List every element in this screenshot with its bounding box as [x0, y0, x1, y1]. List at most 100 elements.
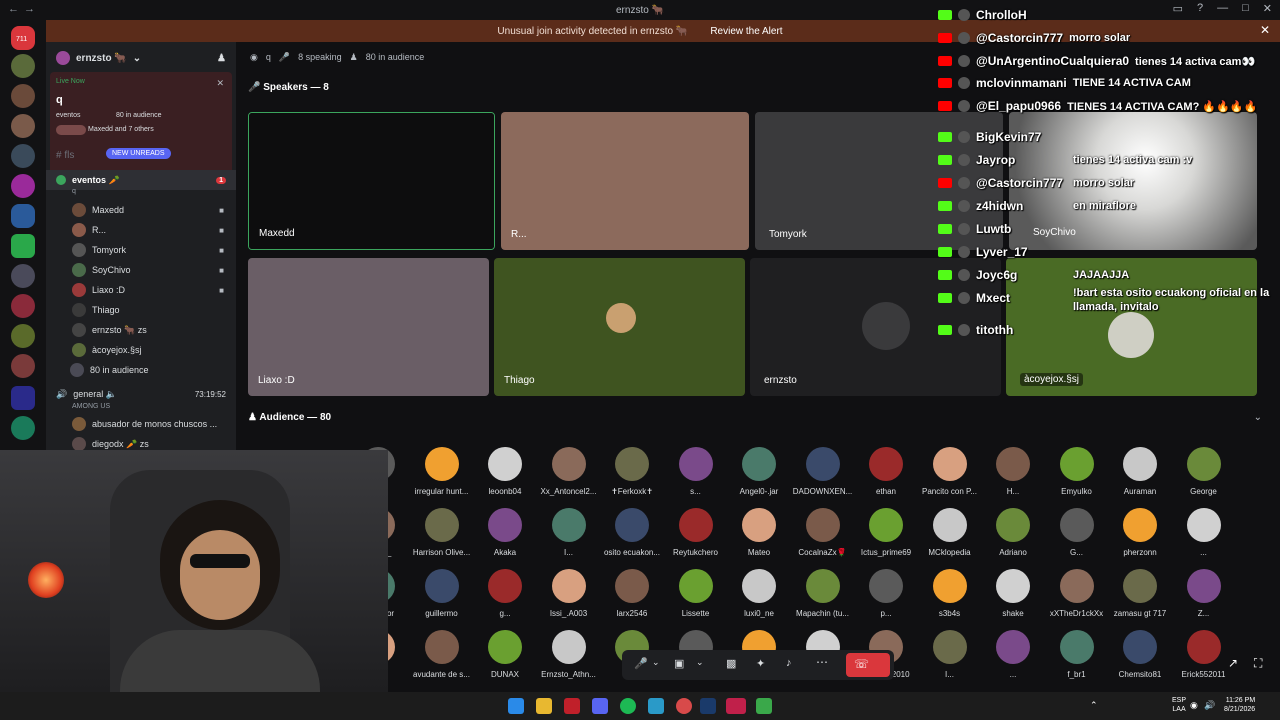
spotify-icon[interactable] [620, 698, 636, 714]
close-icon[interactable]: ✕ [216, 78, 224, 89]
audience-member[interactable]: avudante de s... [412, 630, 472, 679]
server-header[interactable]: ernzsto 🐂 ⌄ ♟ [46, 48, 236, 68]
audience-member[interactable]: larx2546 [602, 569, 662, 618]
discord-icon[interactable] [592, 698, 608, 714]
audience-member[interactable]: Lissette [666, 569, 726, 618]
close-alert-icon[interactable]: ✕ [1260, 23, 1270, 37]
channel-eventos[interactable]: eventos 🥕 1 [46, 170, 236, 190]
chevron-down-icon[interactable]: ⌄ [652, 657, 660, 668]
audience-member[interactable]: p... [856, 569, 916, 618]
voice-member[interactable]: àcoyejox.§sj [46, 340, 236, 360]
server-icon[interactable] [11, 144, 35, 168]
server-icon[interactable] [11, 354, 35, 378]
voice-member[interactable]: Liaxo :D ■ [46, 280, 236, 300]
audience-member[interactable]: ... [1174, 508, 1234, 557]
audience-member[interactable]: Adriano [983, 508, 1043, 557]
add-member-icon[interactable]: ♟ [217, 53, 226, 64]
audience-member[interactable]: H... [983, 447, 1043, 496]
server-icon[interactable] [11, 234, 35, 258]
audience-member[interactable]: zamasu gt 717 [1110, 569, 1170, 618]
inbox-icon[interactable]: ▭ [1173, 2, 1183, 15]
audience-member[interactable]: Mapachin (tu... [793, 569, 853, 618]
audience-member[interactable]: Ernzsto_Athn... [539, 630, 599, 679]
audience-member[interactable]: Akaka [475, 508, 535, 557]
audience-member[interactable]: luxi0_ne [729, 569, 789, 618]
audience-member[interactable]: Mateo [729, 508, 789, 557]
audience-member[interactable]: leoonb04 [475, 447, 535, 496]
audience-member[interactable]: Harrison Olive... [412, 508, 472, 557]
chrome-icon[interactable] [676, 698, 692, 714]
more-options-icon[interactable]: ⋯ [816, 655, 828, 669]
audience-member[interactable]: xXTheDr1ckXx [1047, 569, 1107, 618]
audience-member[interactable]: pherzonn [1110, 508, 1170, 557]
audience-member[interactable]: Ictus_prime69 [856, 508, 916, 557]
audience-member[interactable]: s3b4s [920, 569, 980, 618]
microphone-icon[interactable]: 🎤 [634, 657, 648, 670]
server-icon[interactable] [11, 264, 35, 288]
fullscreen-icon[interactable]: ⛶ [1254, 656, 1262, 671]
server-icon[interactable] [11, 294, 35, 318]
chevron-down-icon[interactable]: ⌄ [1254, 412, 1262, 423]
audience-member[interactable]: Issi_.A003 [539, 569, 599, 618]
audience-member[interactable]: osito ecuakon... [602, 508, 662, 557]
audience-member[interactable]: Chemsito81 [1110, 630, 1170, 679]
speaker-tile[interactable]: Liaxo :D [248, 258, 489, 396]
steam-icon[interactable] [700, 698, 716, 714]
hangup-button[interactable]: ☏ [846, 653, 890, 677]
audience-member[interactable]: Z... [1174, 569, 1234, 618]
close-window-button[interactable]: ✕ [1263, 2, 1272, 15]
server-icon[interactable] [11, 114, 35, 138]
speaker-tile[interactable]: R... [501, 112, 749, 250]
audience-member[interactable]: DADOWNXEN... [793, 447, 853, 496]
audience-member[interactable]: Emyulko [1047, 447, 1107, 496]
opera-icon[interactable] [564, 698, 580, 714]
folder-icon[interactable] [536, 698, 552, 714]
audience-member[interactable]: f_br1 [1047, 630, 1107, 679]
audience-member[interactable]: ethan [856, 447, 916, 496]
camera-off-icon[interactable]: ▣ [674, 657, 684, 670]
voice-member[interactable]: Tomyork ■ [46, 240, 236, 260]
audience-member[interactable]: I... [920, 630, 980, 679]
review-alert-button[interactable]: Review the Alert [710, 26, 782, 37]
audience-member[interactable]: ... [983, 630, 1043, 679]
premiere-icon[interactable] [11, 386, 35, 410]
popout-icon[interactable]: ↗ [1228, 656, 1238, 670]
maximize-button[interactable]: □ [1242, 2, 1249, 15]
audience-member[interactable]: CocalnaZx🌹 [793, 508, 853, 557]
audience-member[interactable]: s... [666, 447, 726, 496]
browser-icon[interactable] [648, 698, 664, 714]
server-icon[interactable] [11, 84, 35, 108]
server-icon[interactable] [11, 174, 35, 198]
audience-member[interactable]: Pancito con P... [920, 447, 980, 496]
start-icon[interactable] [508, 698, 524, 714]
speaker-tile[interactable]: àcoyejox.§sj [1006, 258, 1257, 396]
soundboard-icon[interactable]: ♪ [786, 657, 792, 669]
speaker-tile[interactable]: Maxedd [248, 112, 495, 250]
server-icon[interactable] [11, 416, 35, 440]
channel-general[interactable]: 🔊 general 🔈 73:19:52 [46, 384, 236, 404]
language-indicator[interactable]: ESP LAA [1172, 696, 1186, 714]
server-icon[interactable] [11, 54, 35, 78]
help-icon[interactable]: ? [1197, 2, 1203, 15]
audience-member[interactable]: Erick552011 [1174, 630, 1234, 679]
voice-member[interactable]: Maxedd ■ [46, 200, 236, 220]
audience-member[interactable]: shake [983, 569, 1043, 618]
audience-member[interactable]: Angel0-.jar [729, 447, 789, 496]
minimize-button[interactable]: — [1217, 2, 1228, 15]
audience-member[interactable]: Xx_Antoncel2... [539, 447, 599, 496]
audience-member[interactable]: guillermo [412, 569, 472, 618]
tray-chevron-icon[interactable]: ⌃ [1090, 700, 1098, 711]
audience-member[interactable]: g... [475, 569, 535, 618]
speaker-tile[interactable]: Thiago [494, 258, 745, 396]
new-unreads-pill[interactable]: NEW UNREADS [106, 148, 171, 159]
screen-share-icon[interactable]: ▩ [726, 657, 736, 670]
clock[interactable]: 11:26 PM 8/21/2026 [1224, 696, 1255, 714]
next-app-icon[interactable] [726, 698, 746, 714]
hidden-channel[interactable]: # fls [56, 150, 74, 161]
audience-member[interactable]: MCklopedia [920, 508, 980, 557]
audience-member[interactable]: Reytukchero [666, 508, 726, 557]
audience-count-row[interactable]: 80 in audience [46, 360, 236, 380]
audience-member[interactable]: Auraman [1110, 447, 1170, 496]
back-arrow-icon[interactable]: ← [8, 3, 19, 15]
voice-member[interactable]: R... ■ [46, 220, 236, 240]
